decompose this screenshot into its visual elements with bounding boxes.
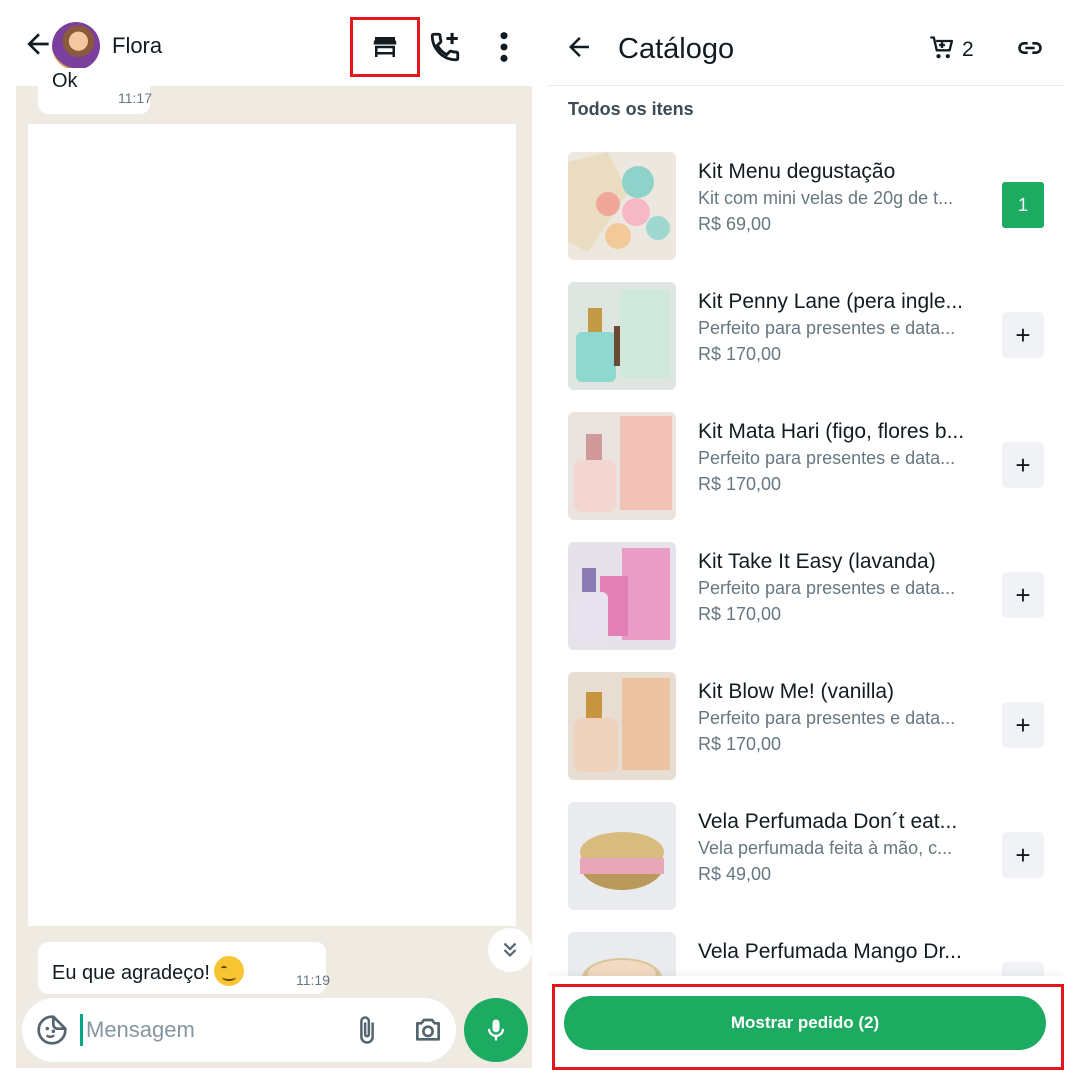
product-thumbnail <box>568 542 676 650</box>
item-description: Perfeito para presentes e data... <box>698 318 956 338</box>
item-description: Vela perfumada feita à mão, c... <box>698 838 953 858</box>
contact-name[interactable]: Flora <box>112 33 162 59</box>
section-label: Todos os itens <box>568 99 694 119</box>
add-to-cart-button[interactable]: + <box>1002 442 1044 488</box>
item-name: Vela Perfumada Don´t eat... <box>698 810 958 833</box>
camera-icon[interactable] <box>412 1014 444 1046</box>
catalog-item[interactable]: Vela Perfumada Don´t eat... Vela perfuma… <box>548 790 1064 920</box>
sticker-icon[interactable] <box>36 1014 68 1046</box>
message-input[interactable] <box>86 1010 286 1050</box>
item-description: Kit com mini velas de 20g de t... <box>698 188 954 208</box>
item-name: Kit Mata Hari (figo, flores b... <box>698 420 965 443</box>
message-text-content: Eu que agradeço! <box>52 962 210 984</box>
item-quantity-button[interactable]: 1 <box>1002 182 1044 228</box>
add-to-cart-button[interactable]: + <box>1002 572 1044 618</box>
catalog-item[interactable]: Kit Menu degustação Kit com mini velas d… <box>548 140 1064 270</box>
message-time: 11:17 <box>118 90 152 106</box>
item-name: Kit Blow Me! (vanilla) <box>698 680 895 703</box>
text-cursor <box>80 1014 83 1046</box>
media-message[interactable] <box>28 124 516 926</box>
catalog-button[interactable] <box>350 17 420 77</box>
message-time: 11:19 <box>296 972 330 988</box>
item-price: R$ 170,00 <box>698 604 782 624</box>
back-arrow-icon[interactable] <box>22 28 54 60</box>
item-price: R$ 170,00 <box>698 344 782 364</box>
more-vert-icon[interactable] <box>494 30 514 64</box>
mic-button[interactable] <box>464 998 528 1062</box>
catalog-panel: Catálogo 2 Todos os itens Kit Menu degus… <box>548 0 1064 1072</box>
cart-icon[interactable] <box>928 34 956 62</box>
catalog-header: Catálogo 2 <box>548 0 1064 86</box>
attach-icon[interactable] <box>352 1014 382 1046</box>
smirk-emoji-icon <box>213 956 244 986</box>
product-thumbnail <box>568 282 676 390</box>
item-price: R$ 49,00 <box>698 864 772 884</box>
avatar[interactable] <box>52 22 100 70</box>
order-footer: Mostrar pedido (2) <box>548 976 1064 1072</box>
item-name: Kit Take It Easy (lavanda) <box>698 550 936 573</box>
catalog-item[interactable]: Kit Take It Easy (lavanda) Perfeito para… <box>548 530 1064 660</box>
item-description: Perfeito para presentes e data... <box>698 708 956 728</box>
message-composer <box>22 998 456 1062</box>
item-name: Kit Menu degustação <box>698 160 896 183</box>
item-description: Perfeito para presentes e data... <box>698 448 956 468</box>
item-price: R$ 170,00 <box>698 734 782 754</box>
double-chevron-down-icon <box>503 942 517 958</box>
show-order-button[interactable]: Mostrar pedido (2) <box>564 996 1046 1050</box>
chat-panel: Flora Ok 11:17 Eu que agradeço! 11:19 <box>16 0 532 1068</box>
product-thumbnail <box>568 152 676 260</box>
catalog-item[interactable]: Kit Blow Me! (vanilla) Perfeito para pre… <box>548 660 1064 790</box>
item-price: R$ 170,00 <box>698 474 782 494</box>
catalog-store-icon <box>373 37 397 57</box>
link-icon[interactable] <box>1016 34 1044 62</box>
message-text: Eu que agradeço! <box>52 956 244 986</box>
scroll-to-bottom-button[interactable] <box>488 928 532 972</box>
add-to-cart-button[interactable]: + <box>1002 702 1044 748</box>
add-call-icon[interactable] <box>428 30 462 64</box>
message-bubble[interactable]: Eu que agradeço! 11:19 <box>38 942 330 994</box>
message-text: Ok <box>52 70 78 92</box>
item-price: R$ 69,00 <box>698 214 772 234</box>
catalog-item[interactable]: Kit Mata Hari (figo, flores b... Perfeit… <box>548 400 1064 530</box>
item-description: Perfeito para presentes e data... <box>698 578 956 598</box>
item-name: Vela Perfumada Mango Dr... <box>698 940 962 963</box>
page-title: Catálogo <box>618 33 735 65</box>
product-thumbnail <box>568 412 676 520</box>
add-to-cart-button[interactable]: + <box>1002 312 1044 358</box>
cart-count[interactable]: 2 <box>962 38 974 62</box>
product-thumbnail <box>568 802 676 910</box>
mic-icon <box>487 1019 505 1041</box>
back-arrow-icon[interactable] <box>564 32 594 62</box>
catalog-item[interactable]: Kit Penny Lane (pera ingle... Perfeito p… <box>548 270 1064 400</box>
product-thumbnail <box>568 672 676 780</box>
add-to-cart-button[interactable]: + <box>1002 832 1044 878</box>
item-name: Kit Penny Lane (pera ingle... <box>698 290 964 313</box>
message-bubble[interactable]: Ok 11:17 <box>38 68 152 114</box>
